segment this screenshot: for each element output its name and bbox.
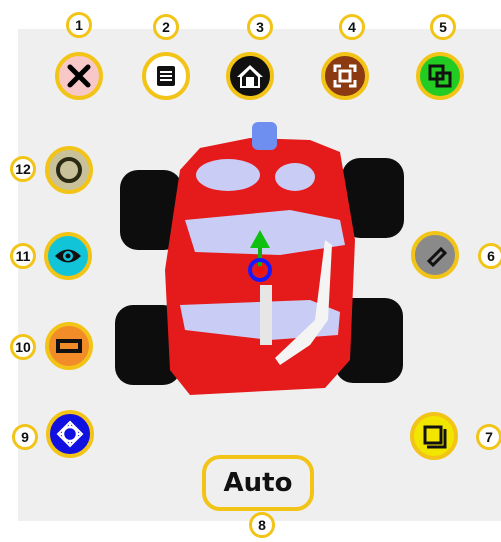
home-button[interactable] [226, 52, 274, 100]
close-icon [67, 64, 91, 88]
tag-icon [426, 246, 448, 268]
close-button[interactable] [55, 52, 103, 100]
callout-10: 10 [10, 334, 36, 360]
target-button[interactable] [46, 410, 94, 458]
menu-button[interactable] [142, 52, 190, 100]
callout-4: 4 [339, 14, 365, 40]
home-icon [237, 65, 263, 88]
layers-icon [428, 64, 452, 88]
target-icon [56, 420, 84, 448]
rectangle-icon [56, 339, 82, 353]
menu-icon [157, 66, 175, 86]
callout-5: 5 [430, 14, 456, 40]
callout-12: 12 [10, 156, 36, 182]
rectangle-tool-button[interactable] [45, 322, 93, 370]
visibility-button[interactable] [44, 232, 92, 280]
callout-8: 8 [249, 512, 275, 538]
circle-icon [56, 157, 82, 183]
tag-button[interactable] [411, 231, 459, 279]
circle-tool-button[interactable] [45, 146, 93, 194]
auto-button[interactable]: Auto [202, 455, 314, 511]
layers-button[interactable] [416, 52, 464, 100]
callout-2: 2 [153, 14, 179, 40]
eye-icon [55, 249, 81, 263]
fit-view-icon [333, 64, 357, 88]
callout-7: 7 [476, 424, 501, 450]
square-tool-button[interactable] [410, 412, 458, 460]
callout-11: 11 [10, 243, 36, 269]
square-icon [423, 425, 447, 449]
callout-1: 1 [66, 12, 92, 38]
car-model[interactable] [110, 120, 415, 395]
callout-3: 3 [247, 14, 273, 40]
fit-view-button[interactable] [321, 52, 369, 100]
callout-6: 6 [478, 243, 501, 269]
callout-9: 9 [12, 424, 38, 450]
